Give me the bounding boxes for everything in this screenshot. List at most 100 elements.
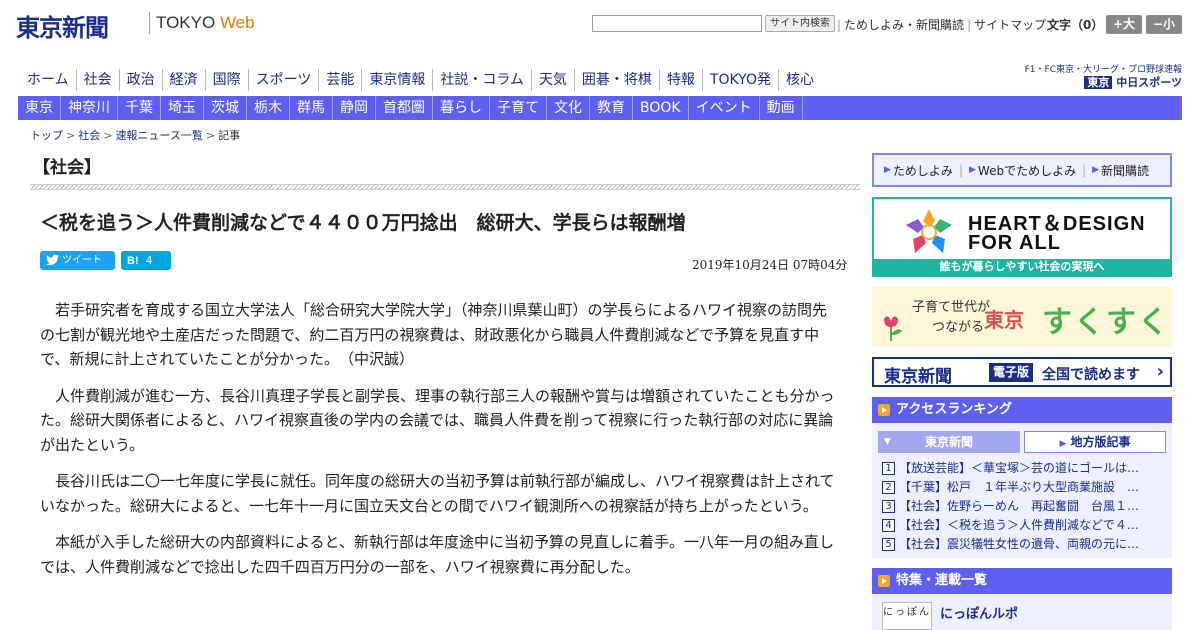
ranking-tab-regional[interactable]: ▶ 地方版記事 — [1024, 431, 1166, 453]
breadcrumb-news-list[interactable]: 速報ニュース一覧 — [115, 129, 202, 142]
breadcrumb-current: 記事 — [218, 129, 241, 142]
header-link-subscribe[interactable]: ためしよみ・新聞購読 — [844, 18, 964, 32]
heart-design-footer: 誰もが暮らしやすい社会の実現へ — [874, 259, 1170, 275]
ranking-text: 【放送芸能】＜華宝塚＞芸の道にゴールは… — [899, 461, 1140, 475]
nav-item-tokuho[interactable]: 特報 — [660, 69, 703, 91]
subscription-promo-bar: ▶ ためしよみ | ▶ Webでためしよみ | ▶ 新聞購読 — [872, 153, 1172, 187]
nav-item-society[interactable]: 社会 — [77, 69, 120, 91]
ranking-item[interactable]: 3 【社会】佐野らーめん 再起奮闘 台風１… — [882, 497, 1166, 516]
ranking-text: 【社会】佐野らーめん 再起奮闘 台風１… — [899, 499, 1140, 513]
nav-item-international[interactable]: 国際 — [206, 69, 249, 91]
ranking-text: 【千葉】松戸 １年半ぶり大型商業施設 … — [899, 480, 1140, 494]
nav-item-weather[interactable]: 天気 — [532, 69, 575, 91]
heart-design-subtitle: FOR ALL — [968, 232, 1061, 254]
features-header: 特集・連載一覧 — [872, 568, 1172, 594]
promo-link-subscribe[interactable]: 新聞購読 — [1101, 162, 1149, 179]
chunichi-logo: 東京 中日スポーツ — [1022, 76, 1182, 90]
font-size-label: 文字（0） — [1047, 18, 1104, 32]
site-logo[interactable]: 東京新聞 — [16, 8, 109, 43]
breadcrumb-top[interactable]: トップ — [30, 129, 63, 142]
subnav-item[interactable]: 埼玉 — [161, 96, 204, 120]
main-nav: ホーム 社会 政治 経済 国際 スポーツ 芸能 東京情報 社説・コラム 天気 囲… — [18, 69, 840, 91]
logo-divider — [149, 12, 150, 34]
header-link-sitemap[interactable]: サイトマップ — [974, 18, 1046, 32]
nav-item-politics[interactable]: 政治 — [120, 69, 163, 91]
logo-en-suffix: Web — [219, 13, 255, 32]
ranking-list: 1 【放送芸能】＜華宝塚＞芸の道にゴールは… 2 【千葉】松戸 １年半ぶり大型商業施… — [882, 459, 1166, 554]
subnav-item[interactable]: 茨城 — [204, 96, 247, 120]
subnav-item[interactable]: 千葉 — [118, 96, 161, 120]
triangle-right-icon: ▶ — [884, 165, 891, 175]
heart-design-flower-icon — [906, 209, 952, 253]
article-body: 若手研究者を育成する国立大学法人「総合研究大学院大学」（神奈川県葉山町）の学長ら… — [40, 298, 842, 591]
feature-thumbnail[interactable]: にっぽん — [882, 602, 932, 630]
subnav-item[interactable]: 神奈川 — [61, 96, 118, 120]
article-headline: ＜税を追う＞人件費削減などで４４００万円捻出 総研大、学長らは報酬増 — [40, 212, 686, 234]
heart-design-banner[interactable]: HEART＆DESIGN FOR ALL 誰もが暮らしやすい社会の実現へ — [872, 197, 1172, 277]
article-timestamp: 2019年10月24日 07時04分 — [692, 258, 848, 272]
hatena-bookmark-icon: B! — [127, 255, 139, 267]
subnav-item[interactable]: 群馬 — [290, 96, 333, 120]
promo-link-trial[interactable]: ためしよみ — [893, 162, 953, 179]
ranking-tab-tokyo[interactable]: ▼ 東京新聞 — [878, 431, 1020, 453]
font-larger-button[interactable]: +大 — [1106, 15, 1142, 34]
article-paragraph: 長谷川氏は二〇一七年度に学長に就任。同年度の総研大の当初予算は前執行部が編成し、… — [40, 472, 835, 515]
tweet-label: ツイート — [62, 255, 102, 266]
nav-item-tokyo-info[interactable]: 東京情報 — [362, 69, 434, 91]
article-paragraph: 若手研究者を育成する国立大学法人「総合研究大学院大学」（神奈川県葉山町）の学長ら… — [40, 301, 828, 368]
triangle-right-icon: ▶ — [1092, 165, 1100, 175]
subnav-item[interactable]: 文化 — [547, 96, 590, 120]
feature-item-title[interactable]: にっぽんルポ — [940, 603, 1018, 622]
site-logo-en[interactable]: TOKYO Web — [156, 13, 255, 33]
ranking-item[interactable]: 1 【放送芸能】＜華宝塚＞芸の道にゴールは… — [882, 459, 1166, 478]
subnav-item[interactable]: 動画 — [760, 96, 803, 120]
nav-item-entertainment[interactable]: 芸能 — [319, 69, 363, 91]
subnav-item[interactable]: 子育て — [490, 96, 547, 120]
search-button[interactable]: サイト内検索 — [765, 15, 835, 32]
nav-item-kakushin[interactable]: 核心 — [779, 69, 821, 91]
section-label: 【社会】 — [33, 158, 101, 178]
nav-item-tokyo-hatsu[interactable]: TOKYO発 — [703, 69, 779, 91]
ranking-item[interactable]: 5 【社会】震災犠牲女性の遺骨、両親の元に… — [882, 535, 1166, 554]
access-ranking-panel: ▼ 東京新聞 ▶ 地方版記事 1 【放送芸能】＜華宝塚＞芸の道にゴールは… 2 【千葉… — [872, 423, 1172, 558]
features-title: 特集・連載一覧 — [896, 573, 988, 588]
twitter-bird-icon — [46, 254, 59, 266]
hatena-bookmark-button[interactable]: B! 4 — [121, 251, 171, 270]
chunichi-sports-link[interactable]: F1・FC東京・大リーグ・プロ野球速報 東京 中日スポーツ — [1022, 64, 1182, 90]
nav-item-editorial[interactable]: 社説・コラム — [433, 69, 532, 91]
search-input[interactable] — [592, 15, 762, 32]
breadcrumb-society[interactable]: 社会 — [78, 129, 100, 142]
nav-item-economy[interactable]: 経済 — [163, 69, 206, 91]
digital-edition-tag: 電子版 — [989, 363, 1034, 382]
subnav-item[interactable]: 静岡 — [333, 96, 376, 120]
nav-item-home[interactable]: ホーム — [18, 69, 77, 91]
site-header: 東京新聞 TOKYO Web サイト内検索 | ためしよみ・新聞購読 | サイトマップ… — [0, 0, 1200, 50]
font-smaller-button[interactable]: −小 — [1146, 15, 1182, 34]
tweet-button[interactable]: ツイート — [40, 251, 115, 270]
breadcrumb: トップ > 社会 > 速報ニュース一覧 > 記事 — [30, 129, 241, 142]
subnav-item[interactable]: 東京 — [18, 96, 61, 120]
digital-edition-banner[interactable]: 東京新聞 電子版 全国で読めます › — [872, 357, 1172, 387]
chunichi-tagline: F1・FC東京・大リーグ・プロ野球速報 — [1024, 65, 1182, 75]
subnav-item[interactable]: 暮らし — [433, 96, 490, 120]
subnav-item[interactable]: 首都圏 — [376, 96, 433, 120]
ranking-item[interactable]: 2 【千葉】松戸 １年半ぶり大型商業施設 … — [882, 478, 1166, 497]
tokyo-sukusuku-banner[interactable]: 子育て世代が つながる 東京 すくすく — [872, 287, 1172, 347]
promo-link-web-trial[interactable]: Webでためしよみ — [978, 162, 1076, 179]
ranking-text: 【社会】＜税を追う＞人件費削減などで４… — [899, 518, 1139, 532]
section-arrow-icon — [878, 575, 890, 587]
access-ranking-title: アクセスランキング — [896, 402, 1012, 417]
ranking-number: 2 — [882, 481, 895, 494]
nav-item-igo-shogi[interactable]: 囲碁・将棋 — [575, 69, 660, 91]
triangle-right-icon: ▶ — [1059, 439, 1067, 449]
subnav-item[interactable]: 教育 — [590, 96, 633, 120]
ranking-number: 5 — [882, 538, 895, 551]
section-arrow-icon — [878, 404, 890, 416]
digital-edition-text: 全国で読めます — [1042, 367, 1140, 383]
ranking-item[interactable]: 4 【社会】＜税を追う＞人件費削減などで４… — [882, 516, 1166, 535]
subnav-item[interactable]: イベント — [689, 96, 760, 120]
subnav-item[interactable]: 栃木 — [247, 96, 290, 120]
nav-item-sports[interactable]: スポーツ — [249, 69, 320, 91]
subnav-item[interactable]: BOOK — [633, 96, 689, 120]
tulip-icon — [884, 316, 902, 341]
